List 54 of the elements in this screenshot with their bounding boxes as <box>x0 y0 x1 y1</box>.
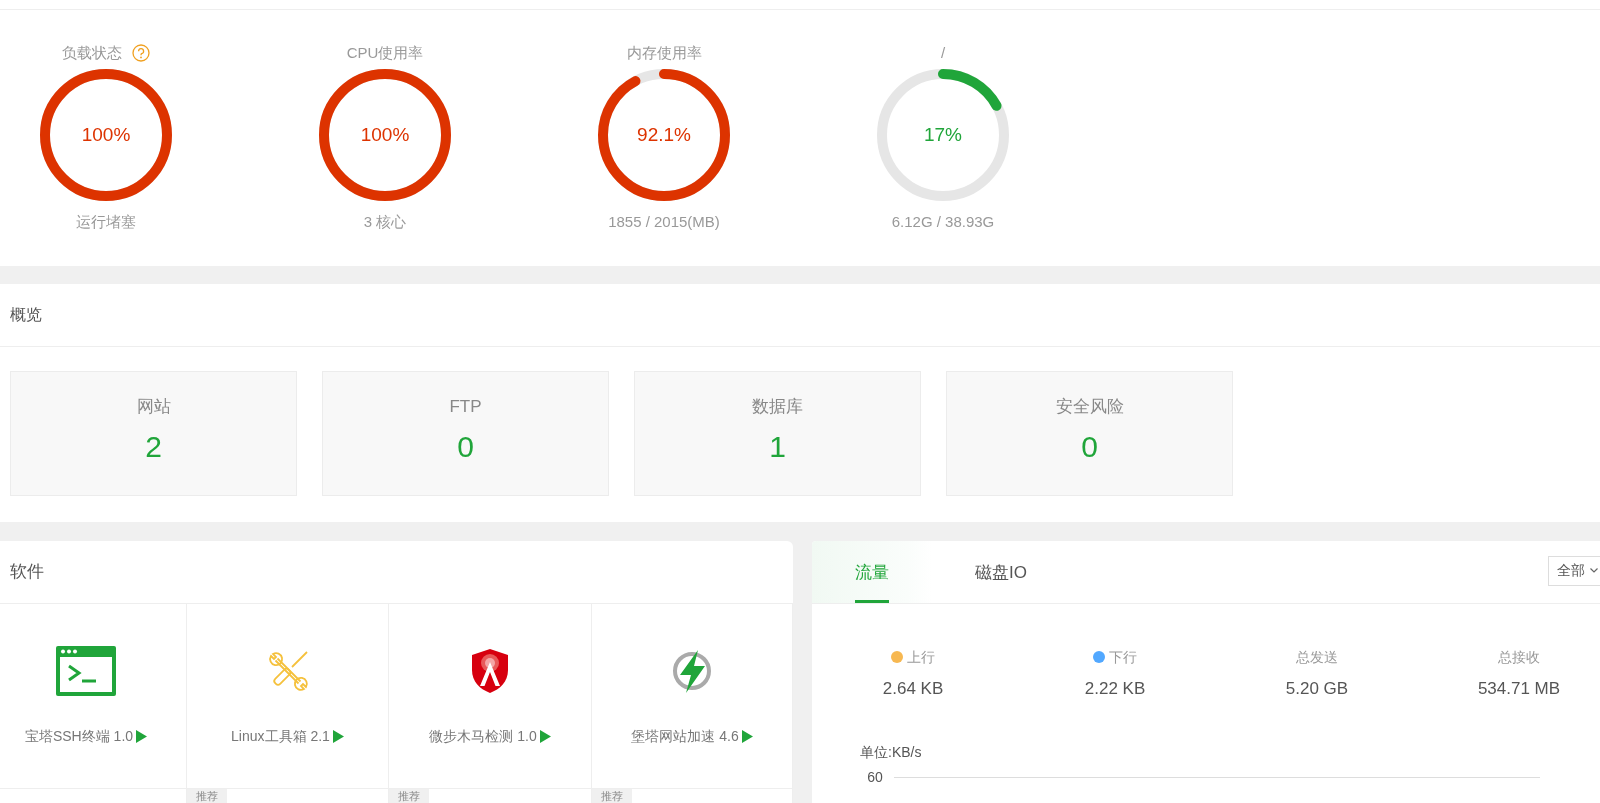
software-name[interactable]: 宝塔SSH终端 1.0 <box>24 727 134 745</box>
card-value: 0 <box>1081 430 1098 464</box>
gauge-caption: 6.12G / 38.93G <box>891 212 995 232</box>
software-name[interactable]: 微步木马检测 1.0 <box>429 727 537 745</box>
stat-card[interactable]: 数据库 1 <box>634 371 921 496</box>
stat-label: 总接收 <box>1498 648 1540 667</box>
gauge-value: 17% <box>924 123 962 147</box>
tab[interactable]: 磁盘IO <box>932 541 1070 603</box>
terminal-icon <box>56 646 116 696</box>
panel-title: 软件 <box>10 561 44 583</box>
card-value: 1 <box>769 430 786 464</box>
stat-card[interactable]: 网站 2 <box>10 371 297 496</box>
stat-value: 2.22 KB <box>1084 678 1146 700</box>
recommended-badge: 推荐 <box>389 789 429 803</box>
stat-value: 5.20 GB <box>1285 678 1349 700</box>
chart-unit-label: 单位:KB/s <box>860 743 923 762</box>
play-icon[interactable] <box>332 729 344 743</box>
shield-icon <box>470 648 510 694</box>
gauge-value: 92.1% <box>637 123 691 147</box>
gauge-caption: 运行堵塞 <box>76 212 136 232</box>
stat-label: 上行 <box>907 648 935 667</box>
panel-title: 概览 <box>10 305 42 325</box>
stat-card[interactable]: 安全风险 0 <box>946 371 1233 496</box>
axis-tick-label: 60 <box>866 768 884 787</box>
gauge-title: / <box>940 43 946 63</box>
gauge-title: CPU使用率 <box>346 43 424 63</box>
card-value: 0 <box>457 430 474 464</box>
gauge-title: 负载状态 <box>62 43 122 63</box>
gauge-value: 100% <box>81 123 131 147</box>
stat-card[interactable]: FTP 0 <box>322 371 609 496</box>
help-icon[interactable] <box>132 44 150 62</box>
play-icon[interactable] <box>741 729 753 743</box>
card-label: 安全风险 <box>1055 396 1124 418</box>
card-label: 数据库 <box>752 396 803 418</box>
recommended-badge: 推荐 <box>592 789 632 803</box>
recommended-badge: 推荐 <box>187 789 227 803</box>
gauge-value: 100% <box>360 123 410 147</box>
play-icon[interactable] <box>539 729 551 743</box>
stat-value: 534.71 MB <box>1477 678 1561 700</box>
card-label: FTP <box>449 396 482 418</box>
lightning-icon <box>670 648 714 694</box>
filter-dropdown[interactable]: 全部 <box>1548 555 1600 586</box>
stat-label: 总发送 <box>1296 648 1338 667</box>
play-icon[interactable] <box>136 729 148 743</box>
card-value: 2 <box>145 430 162 464</box>
gauge-title: 内存使用率 <box>626 43 702 63</box>
gauge-caption: 1855 / 2015(MB) <box>608 212 720 232</box>
stat-label: 下行 <box>1109 648 1137 667</box>
caret-icon <box>1590 568 1598 573</box>
stat-value: 2.64 KB <box>882 678 944 700</box>
gauge-caption: 3 核心 <box>363 212 407 232</box>
software-name[interactable]: 堡塔网站加速 4.6 <box>631 727 739 745</box>
card-label: 网站 <box>136 396 171 418</box>
software-name[interactable]: Linux工具箱 2.1 <box>231 727 330 745</box>
